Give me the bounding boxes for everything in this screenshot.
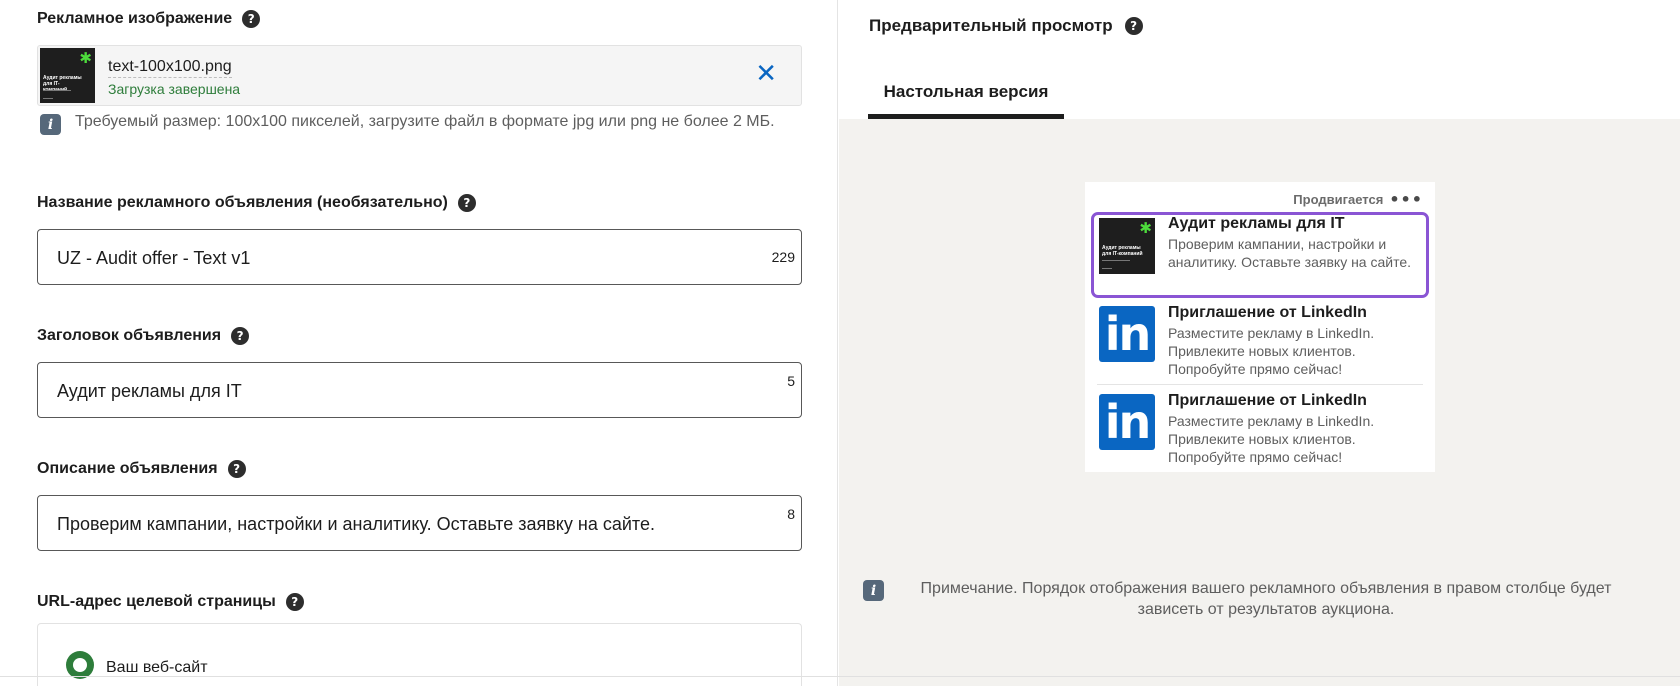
linkedin-icon: in: [1099, 394, 1155, 450]
headline-label: Заголовок объявления ?: [37, 327, 250, 345]
ad-title: Приглашение от LinkedIn: [1168, 304, 1367, 321]
promoted-label: Продвигается •••: [1293, 189, 1423, 209]
file-name[interactable]: text-100x100.png: [108, 58, 232, 78]
headline-value: Аудит рекламы для IT: [57, 381, 242, 401]
ad-preview-item-selected[interactable]: ✱ Аудит рекламы для IT-компаний Аудит ре…: [1091, 212, 1429, 298]
ad-description: Разместите рекламу в LinkedIn. Привлекит…: [1168, 413, 1375, 465]
uploaded-file: ✱ Аудит рекламы для IT-компаний text-100…: [37, 45, 802, 106]
ad-name-input[interactable]: UZ - Audit offer - Text v1 229: [37, 229, 802, 285]
description-counter: 8: [787, 506, 795, 522]
help-icon[interactable]: ?: [227, 460, 246, 478]
description-label: Описание объявления ?: [37, 460, 246, 478]
ad-description: Разместите рекламу в LinkedIn. Привлекит…: [1168, 325, 1375, 377]
ad-description: Проверим кампании, настройки и аналитику…: [1168, 236, 1412, 270]
close-icon[interactable]: ✕: [755, 59, 777, 89]
website-radio-label[interactable]: Ваш веб-сайт: [106, 659, 208, 677]
ad-preview-item[interactable]: in Приглашение от LinkedIn Разместите ре…: [1091, 392, 1429, 472]
info-icon: i: [863, 580, 884, 601]
image-label: Рекламное изображение ?: [37, 10, 261, 28]
website-radio[interactable]: [66, 651, 94, 679]
help-icon[interactable]: ?: [242, 10, 261, 28]
preview-title: Предварительный просмотр ?: [869, 16, 1143, 36]
description-input[interactable]: Проверим кампании, настройки и аналитику…: [37, 495, 802, 551]
ad-title: Аудит рекламы для IT: [1168, 215, 1345, 232]
auction-note: Примечание. Порядок отображения вашего р…: [920, 580, 1612, 618]
asterisk-icon: ✱: [1139, 219, 1152, 237]
help-icon[interactable]: ?: [1124, 17, 1143, 35]
active-tab-indicator: [868, 114, 1064, 119]
ad-preview-card: Продвигается ••• ✱ Аудит рекламы для IT-…: [1085, 182, 1435, 472]
linkedin-icon: in: [1099, 306, 1155, 362]
divider: [1097, 384, 1423, 385]
url-label: URL-адрес целевой страницы ?: [37, 593, 304, 611]
ad-form-panel: Рекламное изображение ? ✱ Аудит рекламы …: [0, 0, 838, 686]
bottom-border: [0, 676, 1680, 677]
help-icon[interactable]: ?: [231, 327, 250, 345]
preview-panel: Предварительный просмотр ? Настольная ве…: [839, 0, 1680, 686]
description-value: Проверим кампании, настройки и аналитику…: [57, 514, 655, 534]
asterisk-icon: ✱: [79, 49, 92, 67]
headline-input[interactable]: Аудит рекламы для IT 5: [37, 362, 802, 418]
ad-preview-item[interactable]: in Приглашение от LinkedIn Разместите ре…: [1091, 304, 1429, 384]
ad-name-value: UZ - Audit offer - Text v1: [57, 248, 251, 268]
ad-name-label: Название рекламного объявления (необязат…: [37, 194, 476, 212]
preview-header: Предварительный просмотр ? Настольная ве…: [839, 0, 1680, 119]
ad-thumbnail: ✱ Аудит рекламы для IT-компаний: [1099, 218, 1155, 274]
help-icon[interactable]: ?: [285, 593, 304, 611]
more-icon[interactable]: •••: [1389, 191, 1423, 207]
headline-counter: 5: [787, 373, 795, 389]
ad-name-counter: 229: [771, 249, 795, 265]
thumbnail-text: Аудит рекламы для IT-компаний: [1102, 245, 1143, 257]
help-icon[interactable]: ?: [457, 194, 476, 212]
info-icon: i: [40, 114, 61, 135]
ad-thumbnail: ✱ Аудит рекламы для IT-компаний: [40, 48, 95, 103]
image-requirements: Требуемый размер: 100x100 пикселей, загр…: [75, 113, 775, 130]
upload-status: Загрузка завершена: [108, 81, 241, 97]
ad-title: Приглашение от LinkedIn: [1168, 392, 1367, 409]
